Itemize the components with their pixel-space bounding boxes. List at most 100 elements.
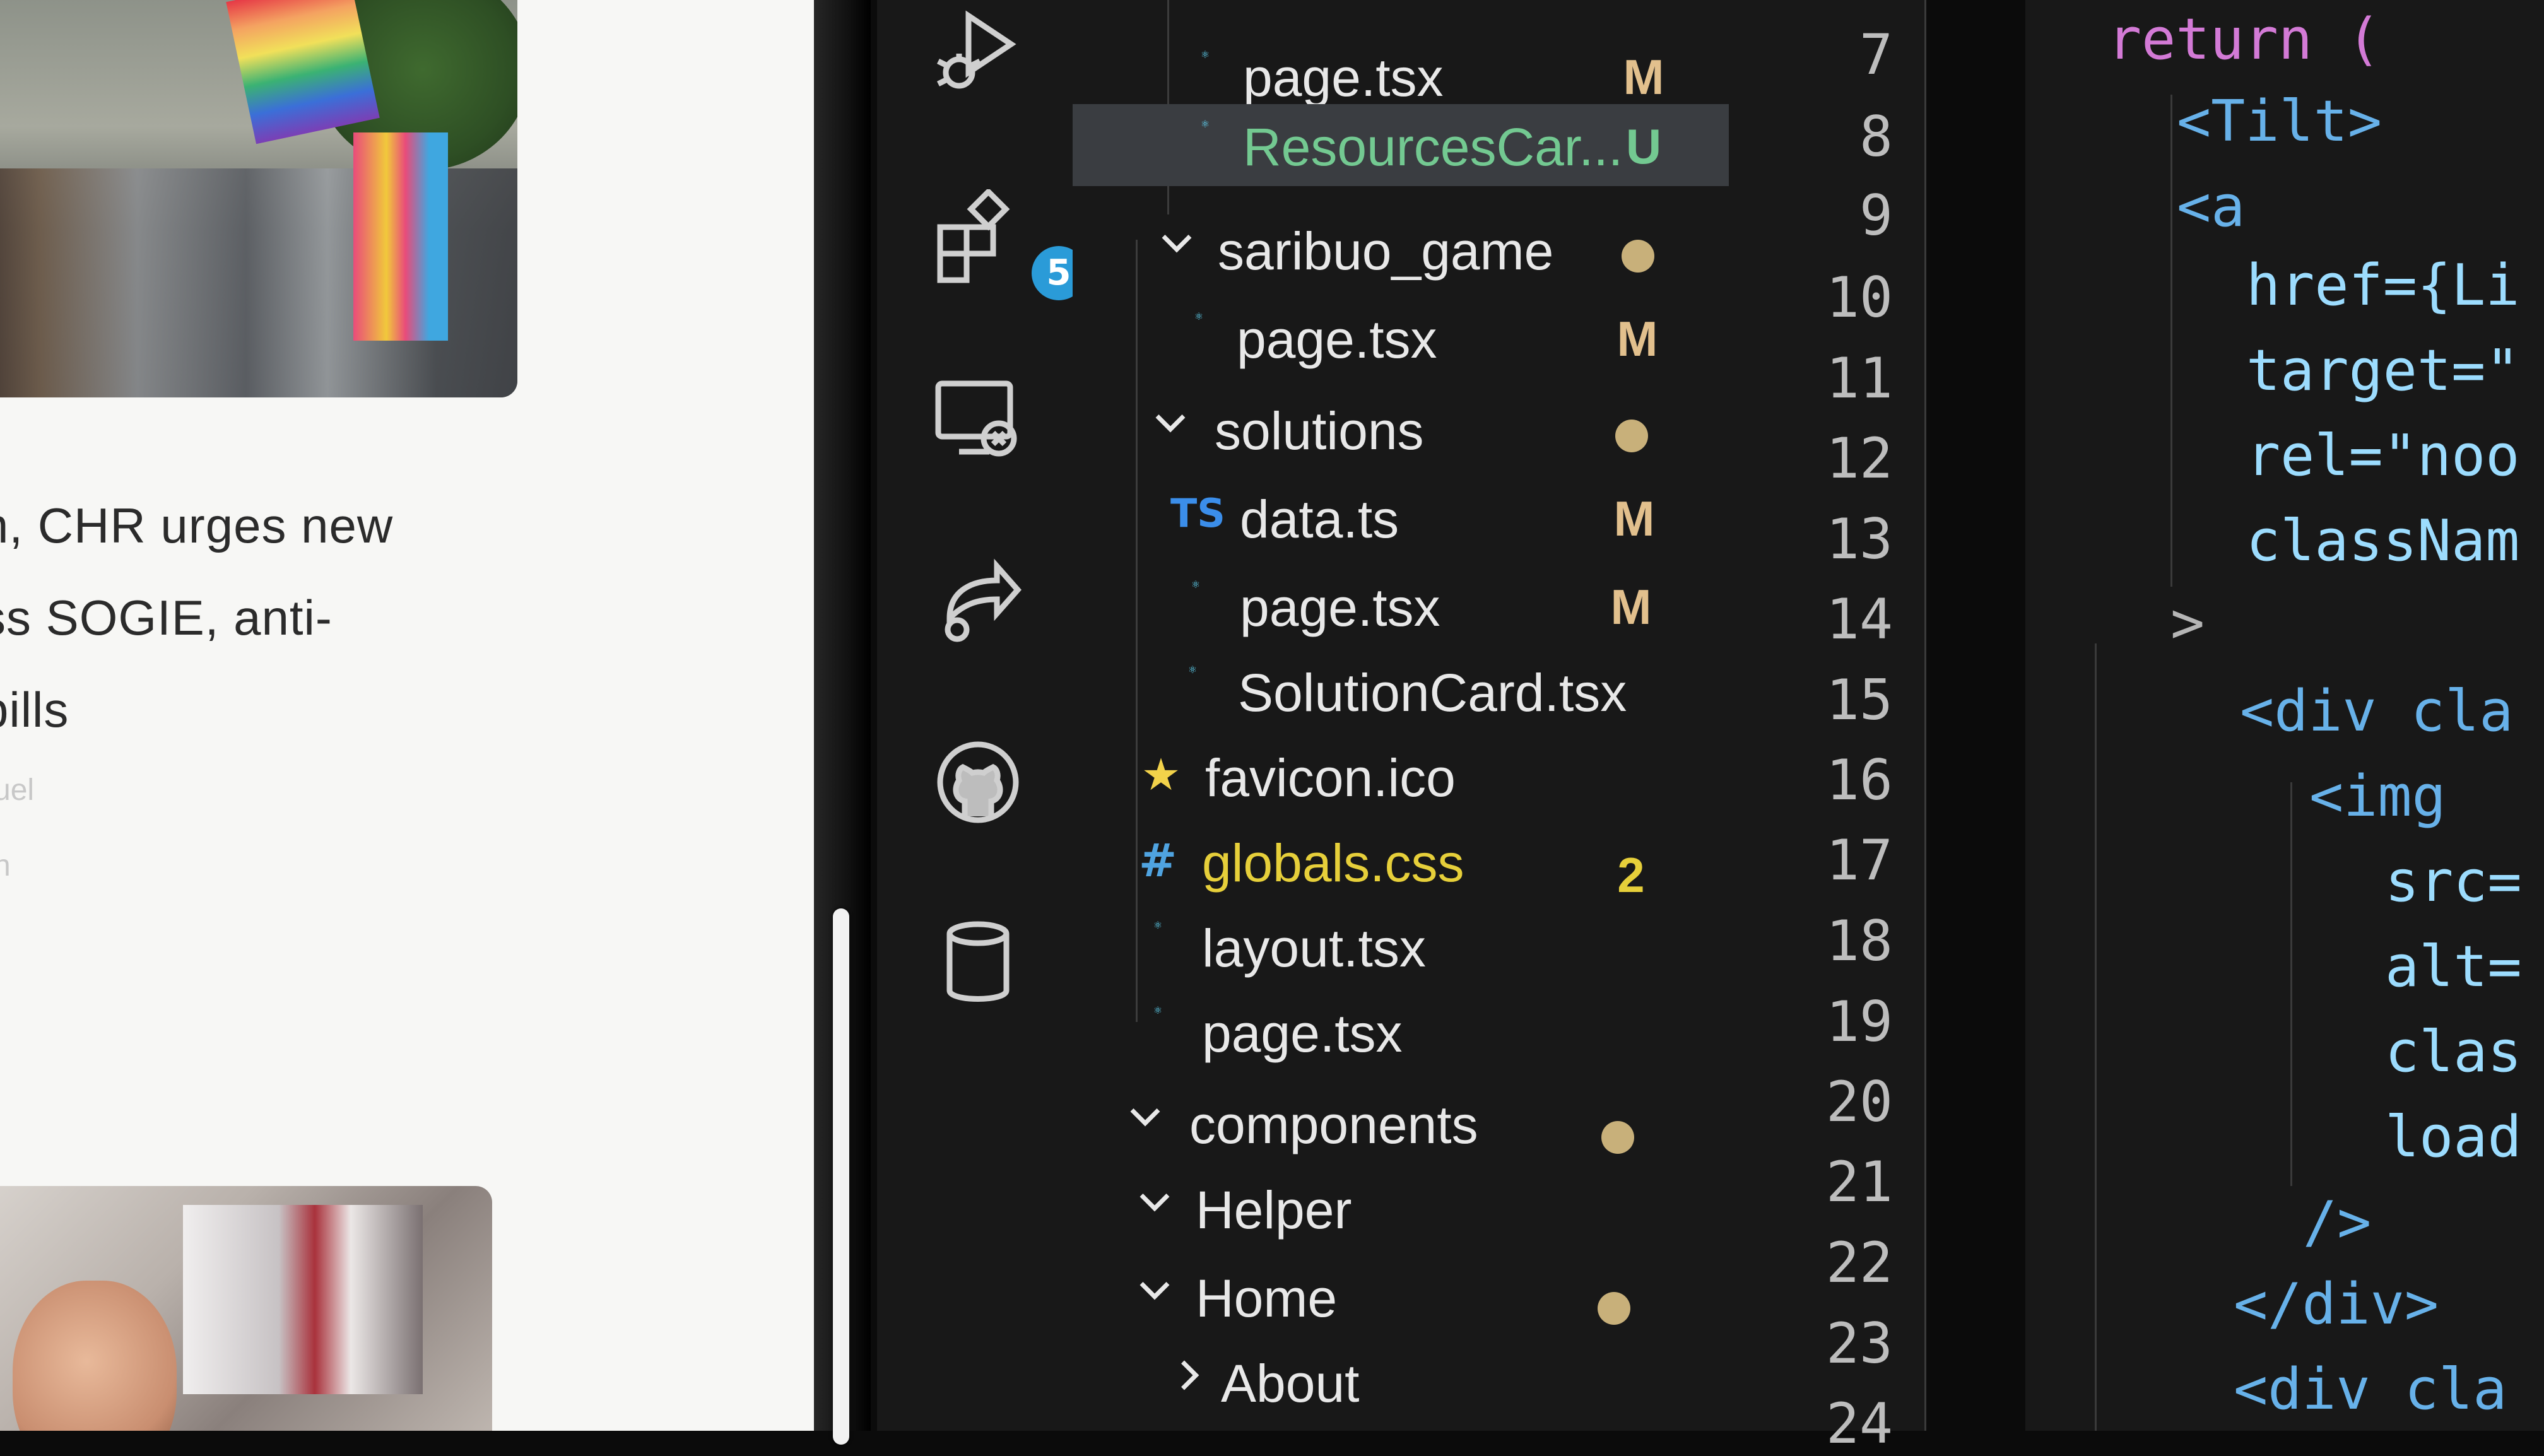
line-number: 12 <box>1826 426 1893 491</box>
git-status-badge: M <box>1616 311 1658 367</box>
git-status-badge: U <box>1625 119 1662 174</box>
star-icon: ★ <box>1141 749 1181 801</box>
line-number: 20 <box>1826 1069 1893 1134</box>
extensions-icon[interactable]: 5 <box>931 187 1086 300</box>
modified-dot <box>1622 240 1654 273</box>
react-icon: ⚛ <box>1191 578 1201 590</box>
line-number: 21 <box>1826 1149 1893 1214</box>
chevron-down-icon[interactable] <box>1123 1095 1167 1139</box>
tree-folder[interactable]: Helper <box>1073 1167 1729 1249</box>
file-label: favicon.ico <box>1205 748 1456 807</box>
news-photo-rally[interactable] <box>0 0 517 397</box>
code-line: > <box>2170 590 2205 656</box>
code-line: load <box>2385 1104 2522 1170</box>
file-label: layout.tsx <box>1202 919 1426 978</box>
file-label: page.tsx <box>1240 578 1440 637</box>
file-label: page.tsx <box>1202 1004 1403 1063</box>
folder-label: solutions <box>1215 401 1424 461</box>
file-explorer: ⚛ page.tsx M ⚛ ResourcesCar... U saribuo… <box>1073 0 1735 1431</box>
tree-item-file[interactable]: ⚛ SolutionCard.tsx <box>1073 650 1729 732</box>
file-label: page.tsx <box>1237 310 1437 369</box>
headline-line[interactable]: n, CHR urges new <box>0 479 461 572</box>
code-line: <a <box>2177 173 2246 240</box>
line-number: 14 <box>1826 587 1893 652</box>
react-icon: ⚛ <box>1200 118 1210 130</box>
react-icon: ⚛ <box>1194 310 1204 322</box>
code-line: classNam <box>2246 508 2520 574</box>
browser-scrollbar[interactable] <box>833 908 849 1445</box>
remote-explorer-icon[interactable] <box>931 372 1025 467</box>
file-label: globals.css <box>1202 833 1464 893</box>
activity-bar: 5 <box>877 0 1086 1431</box>
folder-label: Helper <box>1196 1180 1352 1240</box>
database-icon[interactable] <box>931 915 1025 1009</box>
live-share-icon[interactable] <box>931 552 1025 647</box>
news-meta: n <box>0 849 11 883</box>
modified-dot <box>1598 1292 1630 1325</box>
tree-item-file[interactable]: ★ favicon.ico <box>1073 735 1729 817</box>
code-line: return ( <box>2107 6 2381 73</box>
code-line: href={Li <box>2246 252 2520 319</box>
editor-gutter: 7 8 9 10 11 12 13 14 15 16 17 18 19 20 2… <box>1735 0 1926 1456</box>
line-number: 17 <box>1826 828 1893 893</box>
tree-item-file[interactable]: ⚛ page.tsx M <box>1073 296 1729 379</box>
tree-folder[interactable]: solutions <box>1073 388 1729 470</box>
code-line: <img <box>2309 763 2446 830</box>
chevron-right-icon[interactable] <box>1167 1353 1211 1397</box>
modified-dot <box>1615 420 1648 452</box>
chevron-down-icon[interactable] <box>1133 1180 1177 1224</box>
headline-line[interactable]: bills <box>0 664 461 756</box>
react-icon: ⚛ <box>1187 664 1198 676</box>
line-number: 18 <box>1826 908 1893 973</box>
tree-folder[interactable]: About <box>1073 1341 1729 1423</box>
code-line: <div cla <box>2234 1356 2507 1423</box>
headline-line[interactable]: ss SOGIE, anti- <box>0 572 461 664</box>
tree-item-file-selected[interactable]: ⚛ ResourcesCar... U <box>1073 104 1729 186</box>
git-status-badge: M <box>1623 49 1664 105</box>
code-line: rel="noo <box>2246 423 2520 489</box>
browser-page: n, CHR urges new ss SOGIE, anti- bills u… <box>0 0 839 1431</box>
line-number: 23 <box>1826 1311 1893 1376</box>
problem-count-badge: 2 <box>1617 847 1645 903</box>
chevron-down-icon[interactable] <box>1155 221 1199 265</box>
tree-item-file[interactable]: ⚛ page.tsx M <box>1073 565 1729 647</box>
tree-item-file[interactable]: ⚛ page.tsx <box>1073 990 1729 1072</box>
news-photo-candidate[interactable] <box>0 1186 492 1431</box>
line-number: 19 <box>1826 989 1893 1054</box>
code-line: clas <box>2385 1019 2522 1085</box>
code-editor[interactable]: return ( <Tilt> <a href={Li target=" rel… <box>2025 0 2544 1431</box>
line-number: 16 <box>1826 748 1893 813</box>
modified-dot <box>1601 1121 1634 1154</box>
git-status-badge: M <box>1613 491 1655 546</box>
folder-label: Home <box>1196 1269 1338 1328</box>
file-label: data.ts <box>1240 490 1399 549</box>
react-icon: ⚛ <box>1153 1004 1163 1016</box>
typescript-icon: TS <box>1170 490 1225 536</box>
news-headline[interactable]: n, CHR urges new ss SOGIE, anti- bills <box>0 479 461 756</box>
github-icon[interactable] <box>931 735 1025 830</box>
code-line: <div cla <box>2240 678 2514 744</box>
tree-folder[interactable]: components <box>1073 1082 1729 1164</box>
code-line: target=" <box>2246 338 2520 404</box>
line-number: 11 <box>1826 346 1893 411</box>
run-debug-icon[interactable] <box>931 6 1025 101</box>
line-number: 8 <box>1859 104 1893 169</box>
chevron-down-icon[interactable] <box>1148 401 1192 445</box>
code-line: alt= <box>2385 934 2522 1000</box>
chevron-down-icon[interactable] <box>1133 1268 1177 1312</box>
tree-item-file[interactable]: TS data.ts M <box>1073 476 1729 558</box>
line-number: 15 <box>1826 667 1893 732</box>
folder-label: components <box>1189 1095 1478 1154</box>
line-number: 9 <box>1859 183 1893 248</box>
tree-item-file[interactable]: ⚛ layout.tsx <box>1073 905 1729 987</box>
file-label: SolutionCard.tsx <box>1238 663 1627 722</box>
line-number: 10 <box>1826 265 1893 330</box>
tree-item-file[interactable]: # globals.css 2 <box>1073 820 1729 903</box>
tree-folder[interactable]: saribuo_game <box>1073 208 1729 290</box>
code-line: </div> <box>2234 1271 2439 1337</box>
tree-folder[interactable]: Home <box>1073 1255 1729 1337</box>
code-line: /> <box>2303 1189 2372 1255</box>
file-label: page.tsx <box>1243 48 1444 107</box>
line-number: 13 <box>1826 507 1893 572</box>
folder-label: About <box>1221 1354 1360 1413</box>
